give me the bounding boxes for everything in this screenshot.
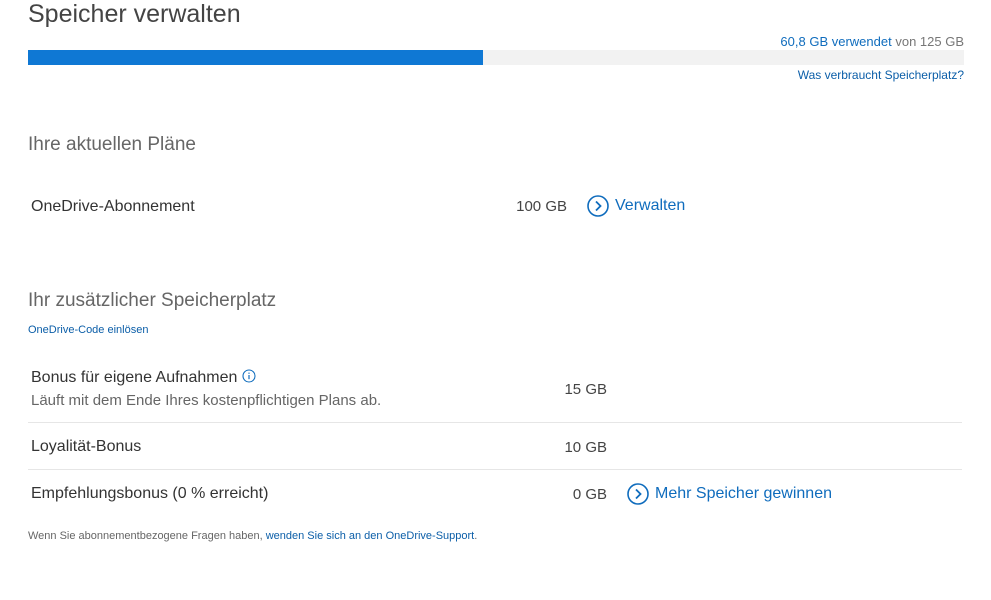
additional-storage-heading: Ihr zusätzlicher Speicherplatz [28,290,277,311]
row-divider [28,469,962,470]
manage-plan-button[interactable]: Verwalten [587,195,685,217]
storage-progress-fill [28,50,483,65]
plan-name-onedrive: OneDrive-Abonnement [31,198,195,215]
bonus-row-title: Bonus für eigene Aufnahmen [31,369,256,387]
current-plans-heading: Ihre aktuellen Pläne [28,134,196,155]
get-more-storage-button[interactable]: Mehr Speicher gewinnen [627,483,832,505]
storage-usage-text: 60,8 GB verwendet von 125 GB [780,34,964,49]
support-footer: Wenn Sie abonnementbezogene Fragen haben… [28,530,477,542]
loyalty-row-title: Loyalität-Bonus [31,438,142,455]
row-divider [28,422,962,423]
storage-total-text: von 125 GB [895,34,964,49]
referral-row-size: 0 GB [572,486,607,503]
referral-row-title: Empfehlungsbonus (0 % erreicht) [31,485,269,502]
page-title: Speicher verwalten [28,0,241,28]
chevron-circle-right-icon [627,483,649,505]
bonus-row-label: Bonus für eigene Aufnahmen [31,369,238,386]
storage-used-text: 60,8 GB verwendet [780,34,892,49]
info-icon[interactable] [242,369,256,383]
get-more-storage-label: Mehr Speicher gewinnen [655,485,832,502]
what-uses-storage-link[interactable]: Was verbraucht Speicherplatz? [798,68,964,82]
plan-size: 100 GB [516,198,567,215]
redeem-code-link[interactable]: OneDrive-Code einlösen [28,324,148,336]
bonus-row-subtitle: Läuft mit dem Ende Ihres kostenpflichtig… [31,392,382,409]
footer-end: . [474,530,478,542]
chevron-circle-right-icon [587,195,609,217]
storage-progress-bar [28,50,964,65]
footer-text: Wenn Sie abonnementbezogene Fragen haben… [28,530,263,542]
loyalty-row-size: 10 GB [564,439,607,456]
manage-plan-label: Verwalten [615,197,686,214]
bonus-row-size: 15 GB [564,381,607,398]
onedrive-support-link[interactable]: wenden Sie sich an den OneDrive-Support [266,530,475,542]
